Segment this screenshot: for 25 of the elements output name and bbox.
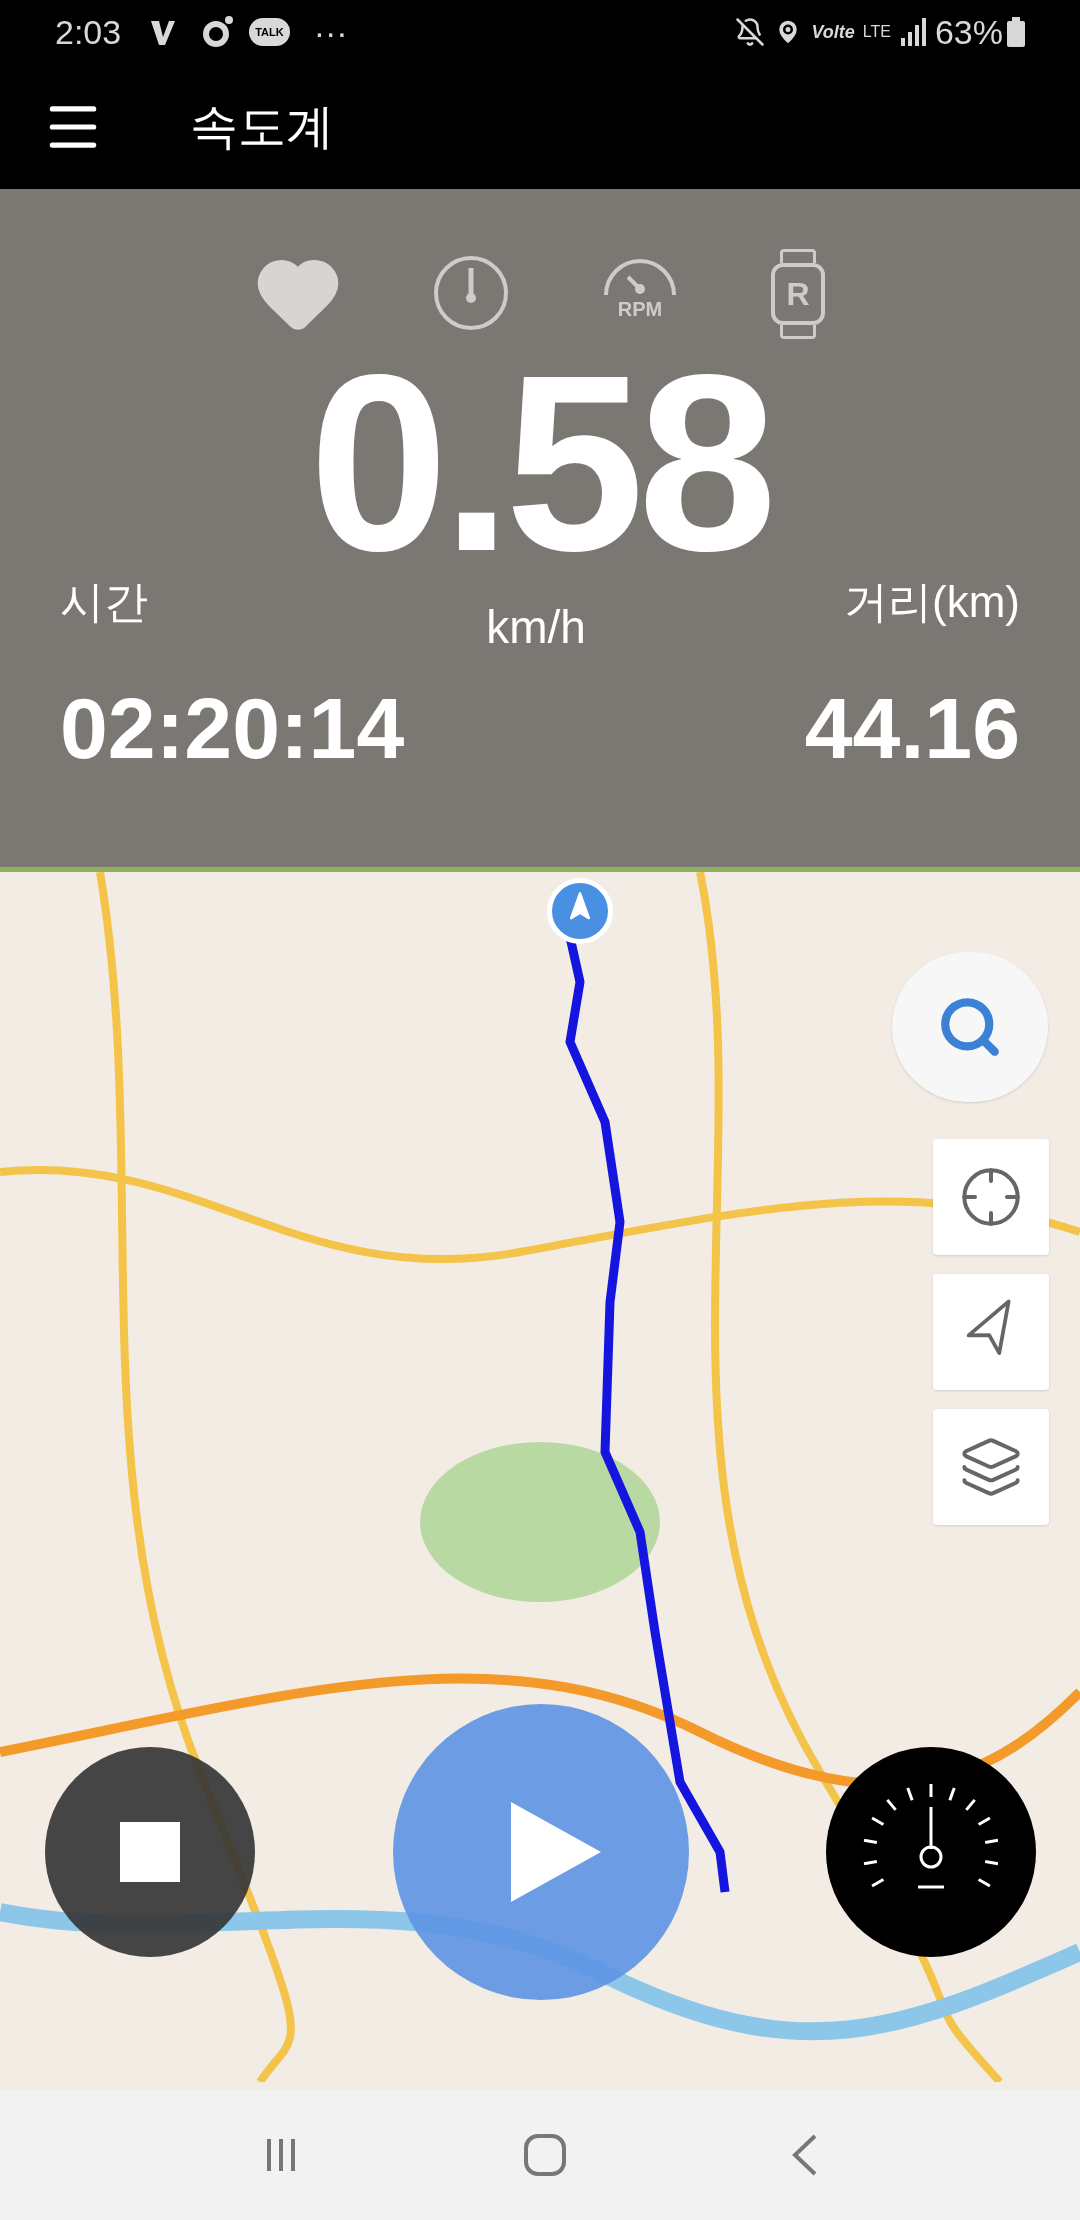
volte-label: Volte bbox=[811, 20, 855, 44]
more-notifications: ··· bbox=[313, 11, 348, 53]
network-label: LTE bbox=[862, 24, 891, 40]
crosshair-icon bbox=[959, 1165, 1023, 1229]
distance-value: 44.16 bbox=[804, 679, 1020, 778]
speed-unit: km/h bbox=[486, 600, 586, 655]
locate-button[interactable] bbox=[933, 1139, 1049, 1255]
layers-icon bbox=[959, 1435, 1023, 1499]
status-time: 2:03 bbox=[55, 11, 122, 53]
battery-percent: 63% bbox=[934, 11, 1003, 53]
home-icon[interactable] bbox=[523, 2133, 567, 2177]
distance-label: 거리(km) bbox=[844, 576, 1020, 628]
speed-value: 0.58 bbox=[309, 349, 771, 579]
elapsed-time: 02:20:14 bbox=[60, 679, 405, 778]
signal-icon bbox=[900, 18, 927, 46]
ring-icon bbox=[201, 15, 236, 49]
time-label: 시간 bbox=[60, 576, 148, 628]
gauge-icon[interactable] bbox=[432, 254, 510, 332]
chat-badge: TALK bbox=[249, 17, 290, 47]
mute-icon bbox=[735, 17, 766, 47]
navigate-button[interactable] bbox=[933, 1274, 1049, 1390]
battery-icon bbox=[1007, 17, 1025, 47]
stop-icon bbox=[120, 1822, 180, 1882]
app-title: 속도계 bbox=[190, 98, 334, 155]
layers-button[interactable] bbox=[933, 1409, 1049, 1525]
